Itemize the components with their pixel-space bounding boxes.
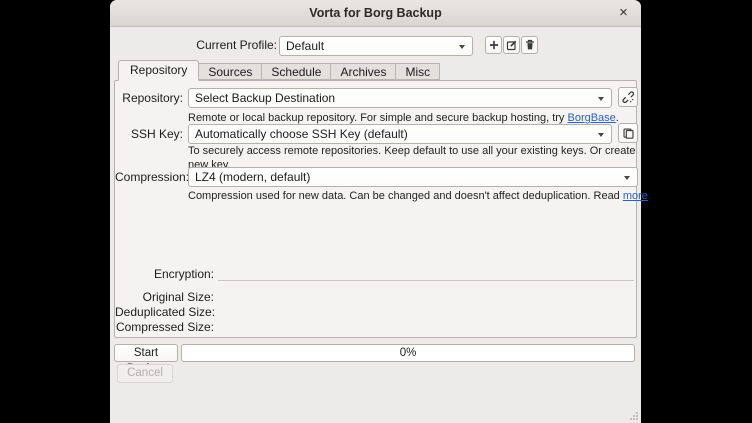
tab-schedule[interactable]: Schedule — [261, 63, 331, 80]
chevron-down-icon — [598, 97, 604, 101]
deduplicated-size-label: Deduplicated Size: — [115, 305, 214, 319]
edit-profile-button[interactable] — [503, 36, 520, 54]
compression-select-value: LZ4 (modern, default) — [195, 170, 310, 184]
repository-label: Repository: — [115, 91, 183, 105]
original-size-label: Original Size: — [115, 290, 214, 304]
unlink-icon — [622, 91, 635, 104]
unlink-repository-button[interactable] — [618, 87, 638, 107]
chevron-down-icon — [459, 45, 465, 49]
tab-misc[interactable]: Misc — [395, 63, 440, 80]
profile-select-value: Default — [286, 39, 324, 53]
repository-select-value: Select Backup Destination — [195, 91, 335, 105]
compression-help-text: Compression used for new data. Can be ch… — [188, 190, 656, 204]
ssh-key-label: SSH Key: — [115, 127, 183, 141]
repository-help-prefix: Remote or local backup repository. For s… — [188, 112, 567, 124]
compression-select[interactable]: LZ4 (modern, default) — [188, 167, 638, 187]
close-icon[interactable]: × — [614, 4, 633, 23]
repository-help-suffix: . — [616, 112, 619, 124]
plus-icon — [488, 39, 500, 51]
delete-profile-button[interactable] — [521, 36, 538, 54]
compressed-size-label: Compressed Size: — [115, 320, 214, 334]
copy-ssh-key-button[interactable] — [618, 123, 638, 143]
resize-grip[interactable] — [629, 411, 639, 421]
encryption-value-field — [218, 265, 634, 281]
tab-bar: Repository Sources Schedule Archives Mis… — [118, 60, 440, 80]
repository-tab-panel: Repository: Select Backup Destination Re… — [114, 80, 637, 338]
chevron-down-icon — [598, 133, 604, 137]
backup-progress-bar: 0% — [181, 344, 635, 362]
tab-sources[interactable]: Sources — [198, 63, 262, 80]
window-title: Vorta for Borg Backup — [110, 0, 641, 27]
add-profile-button[interactable] — [485, 36, 502, 54]
vorta-window: Vorta for Borg Backup × Current Profile:… — [110, 0, 641, 423]
start-backup-button[interactable]: Start Backup — [114, 344, 178, 362]
borgbase-link[interactable]: BorgBase — [567, 112, 615, 124]
compression-help-prefix: Compression used for new data. Can be ch… — [188, 190, 623, 202]
ssh-key-select-value: Automatically choose SSH Key (default) — [195, 127, 408, 141]
chevron-down-icon — [624, 176, 630, 180]
cancel-button[interactable]: Cancel — [117, 364, 173, 383]
encryption-label: Encryption: — [115, 267, 214, 281]
trash-icon — [524, 39, 536, 51]
ssh-key-select[interactable]: Automatically choose SSH Key (default) — [188, 124, 612, 144]
compression-more-link[interactable]: more — [623, 190, 648, 202]
copy-icon — [622, 127, 635, 140]
edit-icon — [506, 39, 518, 51]
titlebar[interactable]: Vorta for Borg Backup × — [110, 0, 641, 27]
tab-archives[interactable]: Archives — [330, 63, 396, 80]
tab-repository[interactable]: Repository — [118, 60, 199, 81]
profile-select[interactable]: Default — [279, 36, 473, 56]
compression-label: Compression: — [115, 170, 183, 184]
repository-select[interactable]: Select Backup Destination — [188, 88, 612, 108]
current-profile-label: Current Profile: — [110, 38, 277, 52]
desktop-background: Vorta for Borg Backup × Current Profile:… — [0, 0, 752, 423]
compression-help-suffix: . — [648, 190, 651, 202]
